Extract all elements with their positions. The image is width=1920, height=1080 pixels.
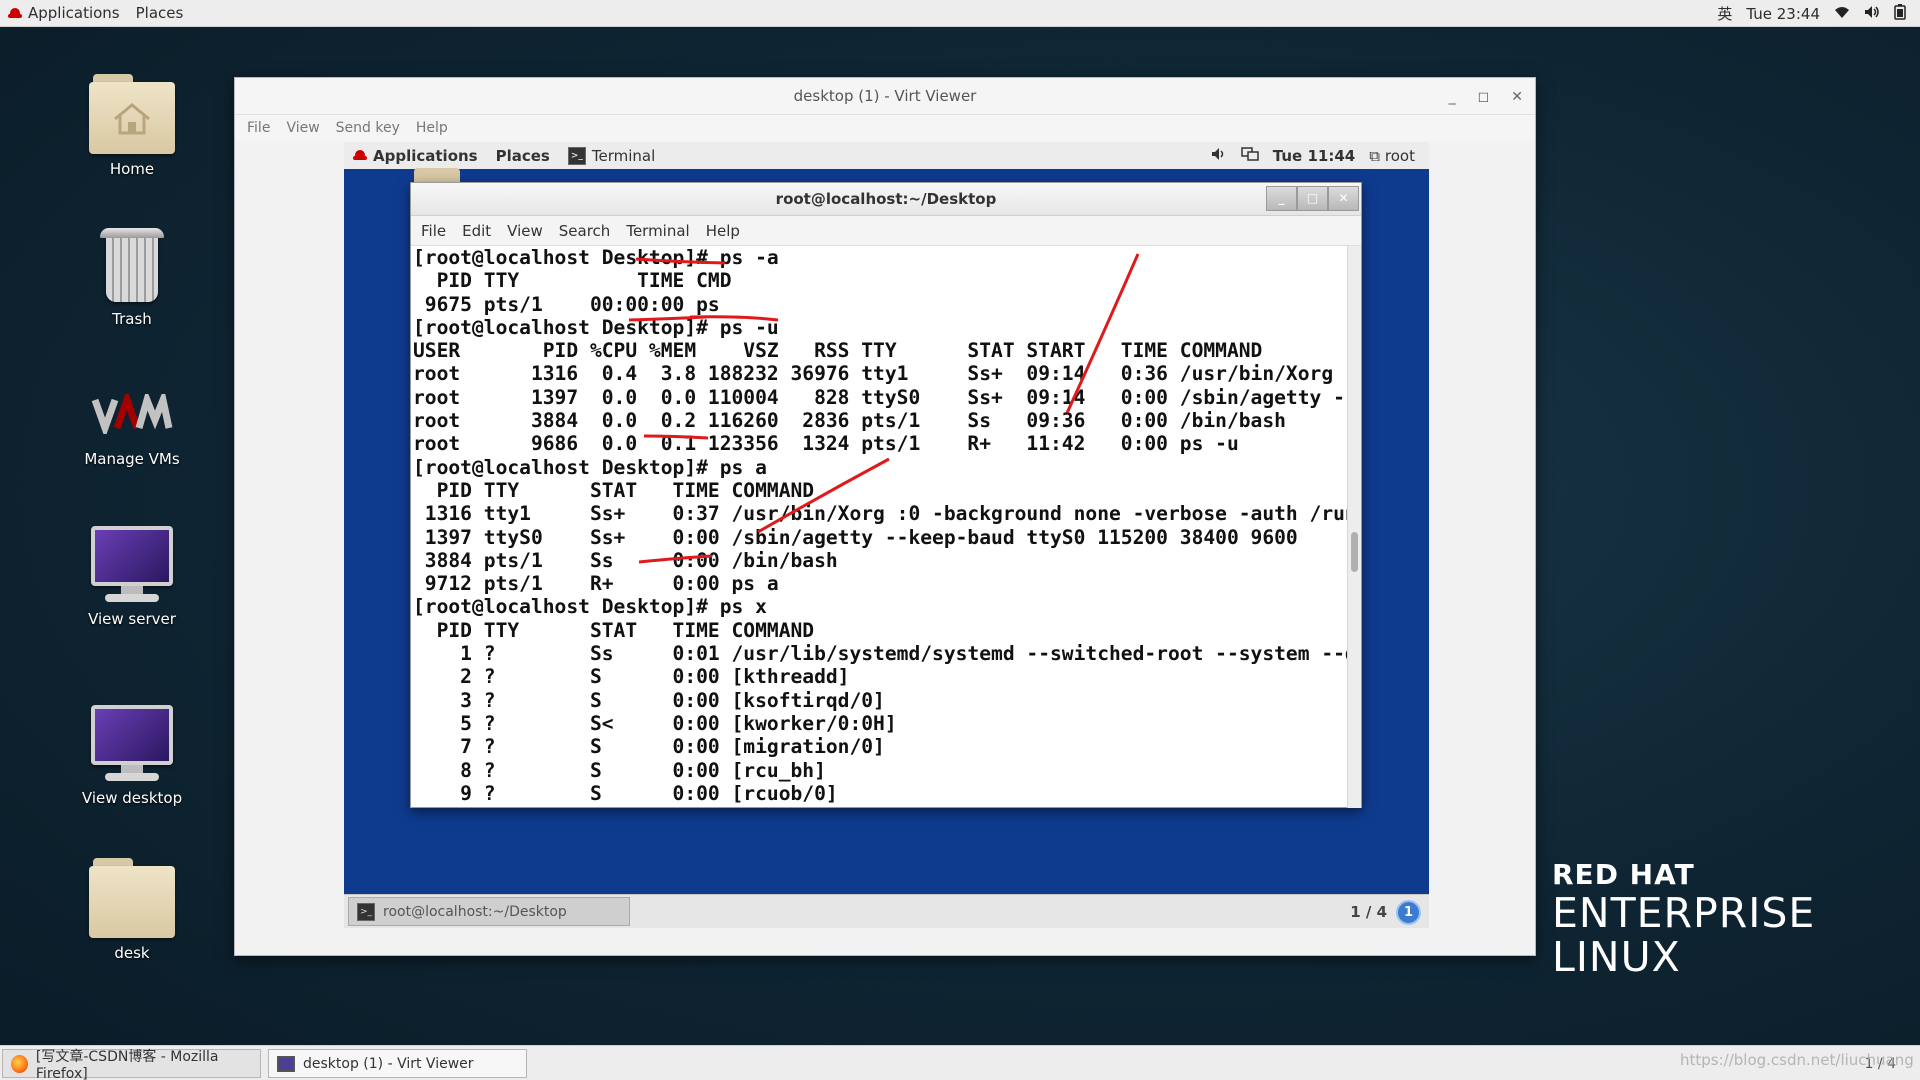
firefox-icon [11, 1054, 28, 1073]
terminal-menu-edit[interactable]: Edit [454, 222, 499, 240]
redhat-icon [8, 7, 22, 19]
host-clock[interactable]: Tue 23:44 [1746, 5, 1820, 23]
guest-bottom-panel: >_ root@localhost:~/Desktop 1 / 4 1 [344, 894, 1429, 928]
trash-icon [100, 226, 164, 304]
network-icon[interactable] [1241, 146, 1259, 165]
terminal-maximize-icon[interactable]: □ [1297, 186, 1328, 211]
wifi-icon[interactable] [1834, 5, 1850, 23]
menu-file[interactable]: File [239, 120, 278, 136]
guest-clock[interactable]: Tue 11:44 [1273, 147, 1355, 165]
volume-icon[interactable] [1864, 5, 1880, 23]
guest-terminal-app[interactable]: >_ Terminal [559, 146, 664, 165]
window-title: desktop (1) - Virt Viewer [793, 87, 977, 105]
taskbar-virt-viewer[interactable]: desktop (1) - Virt Viewer [268, 1049, 527, 1078]
terminal-output[interactable]: [root@localhost Desktop]# ps -a PID TTY … [411, 246, 1347, 808]
terminal-menubar: File Edit View Search Terminal Help [411, 216, 1361, 246]
host-bottom-panel: [写文章-CSDN博客 - Mozilla Firefox] desktop (… [0, 1045, 1920, 1080]
input-method-indicator[interactable]: 英 [1717, 3, 1732, 24]
watermark: https://blog.csdn.net/liuchuang [1680, 1051, 1914, 1069]
guest-user-menu[interactable]: ⧉ root [1369, 147, 1415, 165]
virt-viewer-menubar: File View Send key Help [235, 115, 1535, 141]
guest-applications-menu[interactable]: Applications [344, 147, 487, 165]
monitor-icon [91, 526, 173, 604]
host-applications-menu[interactable]: Applications [0, 4, 128, 22]
terminal-text: [root@localhost Desktop]# ps -a PID TTY … [413, 246, 1347, 805]
terminal-scrollbar[interactable] [1347, 246, 1361, 808]
guest-tray: Tue 11:44 ⧉ root [1211, 142, 1415, 169]
terminal-close-icon[interactable]: ✕ [1328, 186, 1359, 211]
guest-notification-badge[interactable]: 1 [1396, 900, 1421, 925]
close-icon[interactable]: ✕ [1511, 89, 1523, 105]
guest-display[interactable]: Applications Places >_ Terminal Tue 11:4… [344, 142, 1429, 928]
redhat-enterprise-linux-logo: RED HAT ENTERPRISE LINUX [1552, 858, 1816, 981]
terminal-menu-file[interactable]: File [413, 222, 454, 240]
host-top-panel: Applications Places 英 Tue 23:44 [0, 0, 1920, 27]
maximize-icon[interactable]: ◻ [1478, 89, 1490, 105]
virt-viewer-titlebar[interactable]: desktop (1) - Virt Viewer _ ◻ ✕ [235, 78, 1535, 115]
user-icon: ⧉ [1369, 146, 1380, 165]
desktop-icon-home[interactable]: Home [57, 74, 207, 178]
terminal-menu-view[interactable]: View [499, 222, 551, 240]
home-folder-icon [89, 74, 175, 154]
minimize-icon[interactable]: _ [1449, 89, 1456, 105]
terminal-window[interactable]: root@localhost:~/Desktop _ □ ✕ File Edit… [410, 182, 1362, 808]
redhat-icon [353, 150, 367, 161]
guest-desktop-folder-icon[interactable] [414, 168, 460, 182]
scrollbar-thumb[interactable] [1351, 532, 1358, 572]
desktop-icon-view-server[interactable]: View server [57, 526, 207, 628]
guest-places-menu[interactable]: Places [487, 147, 559, 165]
desktop-icon-desk[interactable]: desk [57, 858, 207, 962]
host-tray: 英 Tue 23:44 [1717, 0, 1906, 27]
battery-icon[interactable] [1894, 3, 1906, 24]
desktop-icon-trash[interactable]: Trash [57, 226, 207, 328]
virt-manager-icon [87, 384, 177, 444]
terminal-minimize-icon[interactable]: _ [1266, 186, 1297, 211]
terminal-menu-terminal[interactable]: Terminal [618, 222, 697, 240]
volume-icon[interactable] [1211, 147, 1227, 165]
terminal-menu-search[interactable]: Search [551, 222, 619, 240]
menu-help[interactable]: Help [408, 120, 456, 136]
guest-top-panel: Applications Places >_ Terminal Tue 11:4… [344, 142, 1429, 169]
desktop-icon-view-desktop[interactable]: View desktop [57, 705, 207, 807]
terminal-icon: >_ [567, 146, 586, 165]
terminal-menu-help[interactable]: Help [698, 222, 748, 240]
folder-icon [89, 858, 175, 938]
taskbar-firefox[interactable]: [写文章-CSDN博客 - Mozilla Firefox] [2, 1049, 261, 1080]
menu-view[interactable]: View [278, 120, 327, 136]
desktop-icon-manage-vms[interactable]: Manage VMs [57, 384, 207, 468]
virt-viewer-icon [277, 1055, 295, 1072]
guest-workspace-pager[interactable]: 1 / 4 [1350, 895, 1387, 928]
menu-send-key[interactable]: Send key [328, 120, 408, 136]
monitor-icon [91, 705, 173, 783]
guest-taskbar-terminal[interactable]: >_ root@localhost:~/Desktop [348, 897, 630, 926]
host-places-menu[interactable]: Places [128, 4, 192, 22]
virt-viewer-window[interactable]: desktop (1) - Virt Viewer _ ◻ ✕ File Vie… [234, 77, 1536, 956]
terminal-icon: >_ [357, 902, 375, 921]
terminal-titlebar[interactable]: root@localhost:~/Desktop _ □ ✕ [411, 183, 1361, 216]
